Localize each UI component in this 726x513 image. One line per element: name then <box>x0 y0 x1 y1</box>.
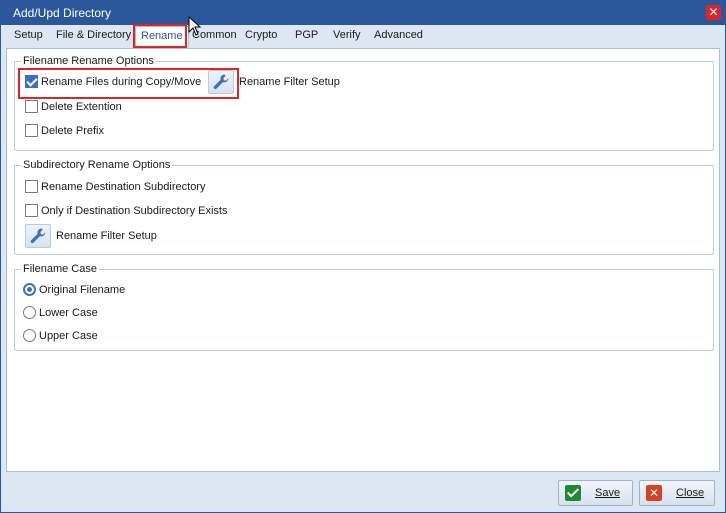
only-if-exists-checkbox[interactable] <box>25 204 38 217</box>
rename-dest-subdir-option[interactable]: Rename Destination Subdirectory <box>25 180 205 193</box>
tab-setup[interactable]: Setup <box>14 29 43 41</box>
window-title: Add/Upd Directory <box>13 6 112 20</box>
case-original-label[interactable]: Original Filename <box>39 284 125 296</box>
case-upper-radio[interactable] <box>23 329 36 342</box>
window-close-button[interactable]: ✕ <box>706 5 721 20</box>
delete-prefix-checkbox[interactable] <box>25 124 38 137</box>
tab-advanced[interactable]: Advanced <box>374 29 423 41</box>
only-if-exists-label[interactable]: Only if Destination Subdirectory Exists <box>41 205 227 217</box>
delete-extension-label[interactable]: Delete Extention <box>41 101 122 113</box>
rename-files-highlight <box>18 68 239 99</box>
filename-case-group-title: Filename Case <box>23 263 97 275</box>
case-lower-radio[interactable] <box>23 306 36 319</box>
case-lower-option[interactable]: Lower Case <box>23 306 98 319</box>
filename-case-group: Filename Case <box>14 263 714 351</box>
rename-dest-subdir-label[interactable]: Rename Destination Subdirectory <box>41 181 205 193</box>
save-button[interactable]: Save <box>558 480 633 506</box>
only-if-exists-option[interactable]: Only if Destination Subdirectory Exists <box>25 204 227 217</box>
checkmark-icon <box>565 485 581 501</box>
dialog-window: Add/Upd Directory ✕ Setup File & Directo… <box>0 0 726 513</box>
case-upper-label[interactable]: Upper Case <box>39 330 98 342</box>
case-upper-option[interactable]: Upper Case <box>23 329 98 342</box>
subdir-rename-filter-option[interactable]: Rename Filter Setup <box>25 224 157 248</box>
delete-prefix-label[interactable]: Delete Prefix <box>41 125 104 137</box>
filename-rename-filter-label: Rename Filter Setup <box>239 76 340 88</box>
mouse-cursor-icon <box>188 16 202 36</box>
close-button[interactable]: ✕ Close <box>639 480 715 506</box>
rename-tab-highlight <box>133 24 187 48</box>
tab-verify[interactable]: Verify <box>333 29 361 41</box>
subdir-rename-group-title: Subdirectory Rename Options <box>23 159 171 171</box>
subdir-rename-filter-button[interactable] <box>25 224 51 248</box>
wrench-icon <box>30 228 46 244</box>
close-icon: ✕ <box>646 485 662 501</box>
case-lower-label[interactable]: Lower Case <box>39 307 98 319</box>
delete-prefix-option[interactable]: Delete Prefix <box>25 124 104 137</box>
rename-dest-subdir-checkbox[interactable] <box>25 180 38 193</box>
tab-pgp[interactable]: PGP <box>295 29 318 41</box>
case-original-radio[interactable] <box>23 283 36 296</box>
tab-file-directory[interactable]: File & Directory <box>56 29 131 41</box>
tab-crypto[interactable]: Crypto <box>245 29 277 41</box>
close-button-label: Close <box>676 487 705 499</box>
delete-extension-option[interactable]: Delete Extention <box>25 100 122 113</box>
filename-rename-group-title: Filename Rename Options <box>23 55 154 67</box>
tab-strip: Setup File & Directory Rename Common Cry… <box>1 25 725 49</box>
subdir-rename-filter-label: Rename Filter Setup <box>56 230 157 242</box>
delete-extension-checkbox[interactable] <box>25 100 38 113</box>
tab-content-panel: Filename Rename Options Rename Files dur… <box>6 48 720 472</box>
save-button-label: Save <box>595 487 621 499</box>
case-original-option[interactable]: Original Filename <box>23 283 125 296</box>
title-bar[interactable]: Add/Upd Directory ✕ <box>1 1 725 25</box>
